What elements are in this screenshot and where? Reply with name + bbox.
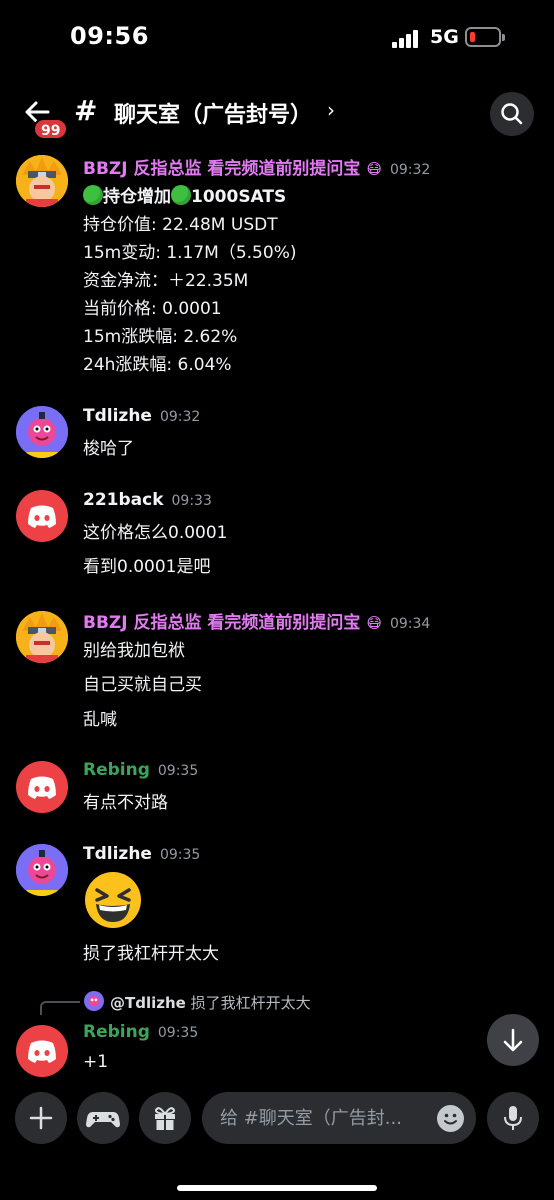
username-text[interactable]: Tdlizhe [83,844,152,864]
chevron-right-icon[interactable]: › [327,98,335,122]
message-line: 15m涨跌幅: 2.62% [83,327,238,347]
message[interactable]: Tdlizhe 09:32 梭哈了 [0,404,554,464]
message[interactable]: 221back 09:33 这价格怎么0.0001 看到0.0001是吧 [0,488,554,578]
message-line: 持仓价值: 22.48M USDT [83,215,278,235]
laughing-emoji-icon [83,870,143,930]
reaction-emoji-icon: 😷 [366,614,382,632]
message[interactable]: Rebing 09:35 +1 [0,1022,554,1077]
message-line: +1 [83,1052,109,1072]
avatar-pink-character-image [16,406,68,458]
arrow-down-icon [503,1028,523,1052]
avatar[interactable] [16,490,68,542]
status-bar: 09:56 5G [0,0,554,76]
avatar[interactable] [16,611,68,663]
channel-title[interactable]: 聊天室（广告封号） [114,97,312,129]
gift-button[interactable] [139,1092,191,1144]
avatar[interactable] [16,761,68,813]
message-line: 当前价格: 0.0001 [83,299,222,319]
message-line: 看到0.0001是吧 [83,557,211,577]
timestamp: 09:35 [157,763,199,779]
message-line: 持仓增加 1000SATS [83,182,286,207]
message-line: 别给我加包袱 [83,641,185,661]
search-button[interactable] [490,92,534,136]
channel-header: 99 # 聊天室（广告封号） › [0,84,554,144]
message[interactable]: BBZJ 反指总监 看完频道前别提问宝 😷 09:32 持仓增加 1000SATS … [0,150,554,380]
timestamp: 09:35 [157,1025,199,1041]
add-attachment-button[interactable] [15,1092,67,1144]
message[interactable]: BBZJ 反指总监 看完频道前别提问宝 😷 09:34 别给我加包袱 自己买就自己… [0,606,554,731]
reply-snippet: 损了我杠杆开太大 [190,994,311,1012]
username[interactable]: 221back 09:33 [83,490,212,510]
network-type: 5G [430,26,459,48]
message[interactable]: Tdlizhe 09:35 损了我杠杆开太大 [0,842,554,972]
avatar-pink-character-image [16,844,68,896]
gift-icon [154,1107,176,1130]
discord-logo-icon [28,776,56,799]
avatar-naruto-image [16,155,68,207]
reply-avatar [84,991,104,1011]
message-line: 15m变动: 1.17M（5.50%) [83,243,297,263]
message[interactable]: Rebing 09:35 有点不对路 [0,760,554,820]
discord-logo-icon [28,1040,56,1063]
message-line: 24h涨跌幅: 6.04% [83,355,232,375]
username-text[interactable]: Tdlizhe [83,406,152,426]
search-icon [501,103,523,125]
username[interactable]: Tdlizhe 09:35 [83,844,200,864]
username[interactable]: Rebing 09:35 [83,1022,198,1042]
message-input-bar [0,1084,554,1200]
message-text: 持仓增加 [103,187,171,207]
username-text[interactable]: BBZJ 反指总监 看完频道前别提问宝 [83,613,360,633]
reply-preview[interactable]: @Tdlizhe 损了我杠杆开太大 [110,992,311,1013]
voice-message-button[interactable] [487,1092,539,1144]
unread-badge: 99 [33,118,69,140]
timestamp: 09:33 [171,493,212,509]
username[interactable]: Tdlizhe 09:32 [83,406,200,426]
username[interactable]: BBZJ 反指总监 看完频道前别提问宝 😷 09:34 [83,608,430,633]
plus-icon [29,1106,53,1130]
channel-hash-icon: # [74,94,98,127]
avatar[interactable] [16,1025,68,1077]
timestamp: 09:34 [389,616,431,632]
username-text[interactable]: BBZJ 反指总监 看完频道前别提问宝 [83,159,360,179]
timestamp: 09:35 [159,847,201,863]
timestamp: 09:32 [389,162,431,178]
username-text[interactable]: Rebing [83,760,150,780]
message-line: 梭哈了 [83,439,134,459]
scroll-to-bottom-button[interactable] [487,1014,539,1066]
reply-connector [40,1001,80,1015]
avatar[interactable] [16,155,68,207]
avatar-pink-character-image [84,991,104,1011]
avatar-naruto-image [16,611,68,663]
status-time: 09:56 [70,22,149,50]
reply-mention[interactable]: @Tdlizhe [110,994,186,1012]
activities-button[interactable] [77,1092,129,1144]
message-text: 1000SATS [191,187,287,207]
username-text[interactable]: Rebing [83,1022,150,1042]
gamepad-icon [86,1112,120,1128]
green-circle-icon [83,185,103,205]
microphone-icon [504,1106,522,1130]
reaction-emoji-icon: 😷 [366,160,382,178]
signal-icon [392,28,422,48]
emoji-button[interactable] [437,1105,464,1132]
message-line: 这价格怎么0.0001 [83,523,228,543]
username[interactable]: Rebing 09:35 [83,760,198,780]
battery-icon [465,27,505,47]
avatar[interactable] [16,844,68,896]
smile-icon [444,1113,457,1125]
discord-logo-icon [28,505,56,528]
message-line: 自己买就自己买 [83,675,202,695]
message-line: 损了我杠杆开太大 [83,944,219,964]
message-input[interactable] [220,1092,430,1144]
message-composer[interactable] [202,1092,476,1144]
username-text[interactable]: 221back [83,490,164,510]
username[interactable]: BBZJ 反指总监 看完频道前别提问宝 😷 09:32 [83,154,430,179]
message-line: 乱喊 [83,710,117,730]
timestamp: 09:32 [159,409,201,425]
home-indicator[interactable] [177,1185,377,1191]
message-line: 资金净流：＋22.35M [83,271,249,291]
green-circle-icon [171,185,191,205]
message-line: 有点不对路 [83,793,168,813]
avatar[interactable] [16,406,68,458]
